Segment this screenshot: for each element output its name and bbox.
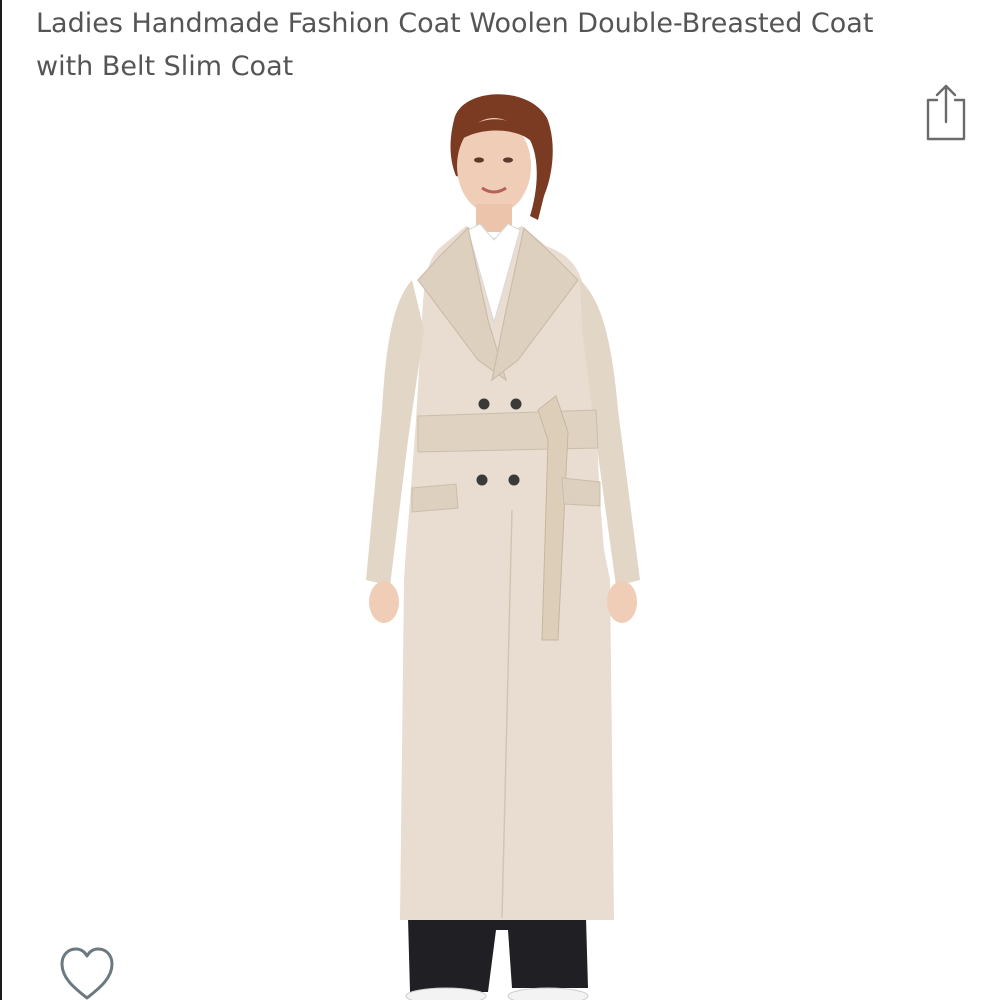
product-image[interactable] [342,80,662,1000]
product-page: Ladies Handmade Fashion Coat Woolen Doub… [0,0,1000,1000]
model-figure [366,94,640,1000]
share-button[interactable] [920,82,972,146]
favorite-button[interactable] [54,944,120,1000]
share-icon [926,84,966,141]
product-title: Ladies Handmade Fashion Coat Woolen Doub… [36,8,874,82]
heart-outline-icon [60,947,114,1000]
